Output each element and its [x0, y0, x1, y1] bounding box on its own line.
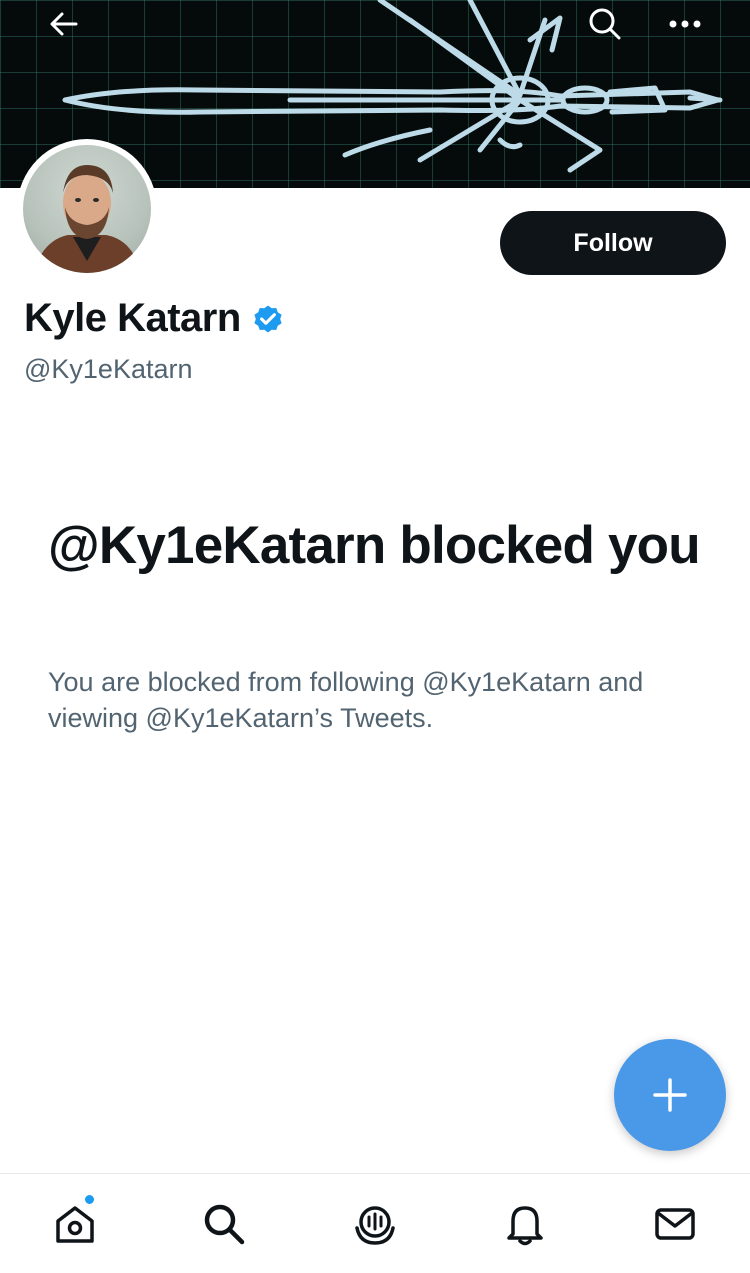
search-icon: [589, 8, 621, 40]
more-horizontal-icon: [669, 20, 701, 28]
display-name: Kyle Katarn: [24, 296, 241, 340]
search-icon: [204, 1204, 245, 1245]
mail-icon: [655, 1208, 695, 1240]
verified-badge-icon[interactable]: [251, 302, 285, 336]
spaces-icon: [355, 1206, 395, 1245]
arrow-left-icon: [50, 12, 78, 36]
plus-icon: [653, 1078, 687, 1112]
blocked-title: @Ky1eKatarn blocked you: [48, 516, 701, 575]
compose-tweet-button[interactable]: [614, 1039, 726, 1151]
more-options-button[interactable]: [663, 4, 707, 44]
bell-icon: [507, 1206, 543, 1246]
nav-messages[interactable]: [645, 1194, 705, 1254]
home-icon: [56, 1206, 94, 1243]
nav-home[interactable]: [45, 1194, 105, 1254]
follow-button[interactable]: Follow: [500, 211, 726, 275]
avatar-image: [23, 145, 151, 273]
back-button[interactable]: [42, 4, 86, 44]
search-button[interactable]: [583, 4, 627, 44]
blocked-description: You are blocked from following @Ky1eKata…: [48, 667, 644, 733]
profile-name-row: Kyle Katarn: [24, 296, 285, 341]
bottom-navigation: [0, 1173, 750, 1273]
avatar[interactable]: [17, 139, 157, 279]
nav-notifications[interactable]: [495, 1194, 555, 1254]
nav-search[interactable]: [194, 1194, 254, 1254]
nav-spaces[interactable]: [345, 1194, 405, 1254]
notification-dot: [84, 1194, 95, 1205]
profile-handle: @Ky1eKatarn: [24, 354, 193, 384]
